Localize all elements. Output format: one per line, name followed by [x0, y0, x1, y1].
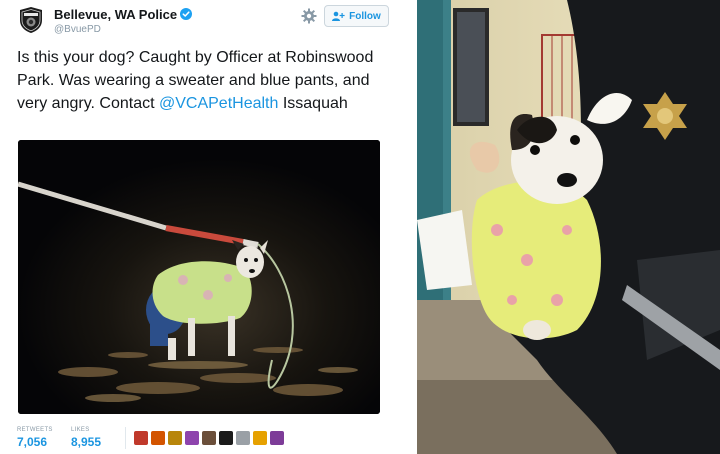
page: Bellevue, WA Police @BvuePD Follow Is th… [0, 0, 720, 454]
mention-link[interactable]: @VCAPetHealth [159, 95, 278, 112]
liker-avatars [134, 431, 284, 445]
liker-avatar[interactable] [253, 431, 267, 445]
dog-held-photo [417, 0, 720, 454]
likes-count[interactable]: 8,955 [71, 435, 101, 449]
liker-avatar[interactable] [134, 431, 148, 445]
follow-label: Follow [349, 10, 381, 22]
tweet-text: Is this your dog? Caught by Officer at R… [17, 46, 397, 115]
police-badge-icon[interactable] [18, 6, 44, 34]
held-dog-image [417, 0, 720, 454]
verified-check-icon [180, 8, 193, 20]
liker-avatar[interactable] [202, 431, 216, 445]
author-name[interactable]: Bellevue, WA Police [54, 7, 193, 22]
liker-avatar[interactable] [168, 431, 182, 445]
night-dog-photo [18, 140, 380, 414]
gear-icon[interactable] [301, 8, 317, 24]
add-user-icon [332, 11, 345, 21]
retweets-label: RETWEETS [17, 427, 53, 433]
likes-stat[interactable]: LIKES 8,955 [71, 427, 101, 449]
retweets-count[interactable]: 7,056 [17, 435, 53, 449]
tweet-card: Bellevue, WA Police @BvuePD Follow Is th… [0, 0, 412, 454]
author-name-text[interactable]: Bellevue, WA Police [54, 7, 177, 22]
tweet-text-tail: Issaquah [278, 95, 348, 112]
liker-avatar[interactable] [151, 431, 165, 445]
liker-avatar[interactable] [270, 431, 284, 445]
retweets-stat[interactable]: RETWEETS 7,056 [17, 427, 53, 449]
tweet-photo[interactable] [18, 140, 380, 414]
liker-avatar[interactable] [236, 431, 250, 445]
likes-label: LIKES [71, 427, 90, 433]
author-handle[interactable]: @BvuePD [54, 24, 101, 35]
follow-button[interactable]: Follow [324, 5, 389, 27]
liker-avatar[interactable] [185, 431, 199, 445]
stats-divider [125, 427, 126, 449]
liker-avatar[interactable] [219, 431, 233, 445]
